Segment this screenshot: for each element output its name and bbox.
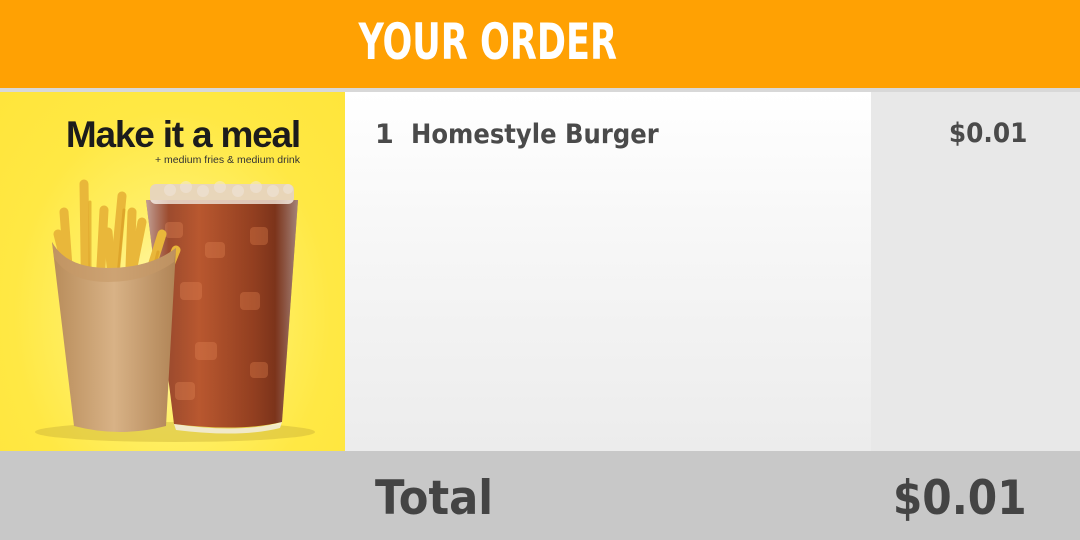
total-label: Total xyxy=(375,471,494,526)
order-items-list: 1 Homestyle Burger xyxy=(345,92,871,451)
total-value: $0.01 xyxy=(893,471,1027,526)
promo-subtitle: + medium fries & medium drink xyxy=(154,154,300,166)
order-header: YOUR ORDER xyxy=(0,0,1080,88)
meal-upsell-promo[interactable]: Make it a meal + medium fries & medium d… xyxy=(0,92,345,451)
order-screen: YOUR ORDER Make it a meal + medium fries… xyxy=(0,0,1080,540)
item-quantity: 1 xyxy=(375,118,394,150)
total-bar: Total $0.01 xyxy=(0,451,1080,540)
item-price: $0.01 xyxy=(948,118,1027,149)
order-title: YOUR ORDER xyxy=(358,13,618,71)
item-name: Homestyle Burger xyxy=(411,118,659,150)
list-item[interactable]: 1 Homestyle Burger xyxy=(345,114,871,154)
order-prices-column: $0.01 xyxy=(871,92,1080,451)
promo-title: Make it a meal xyxy=(65,114,301,155)
